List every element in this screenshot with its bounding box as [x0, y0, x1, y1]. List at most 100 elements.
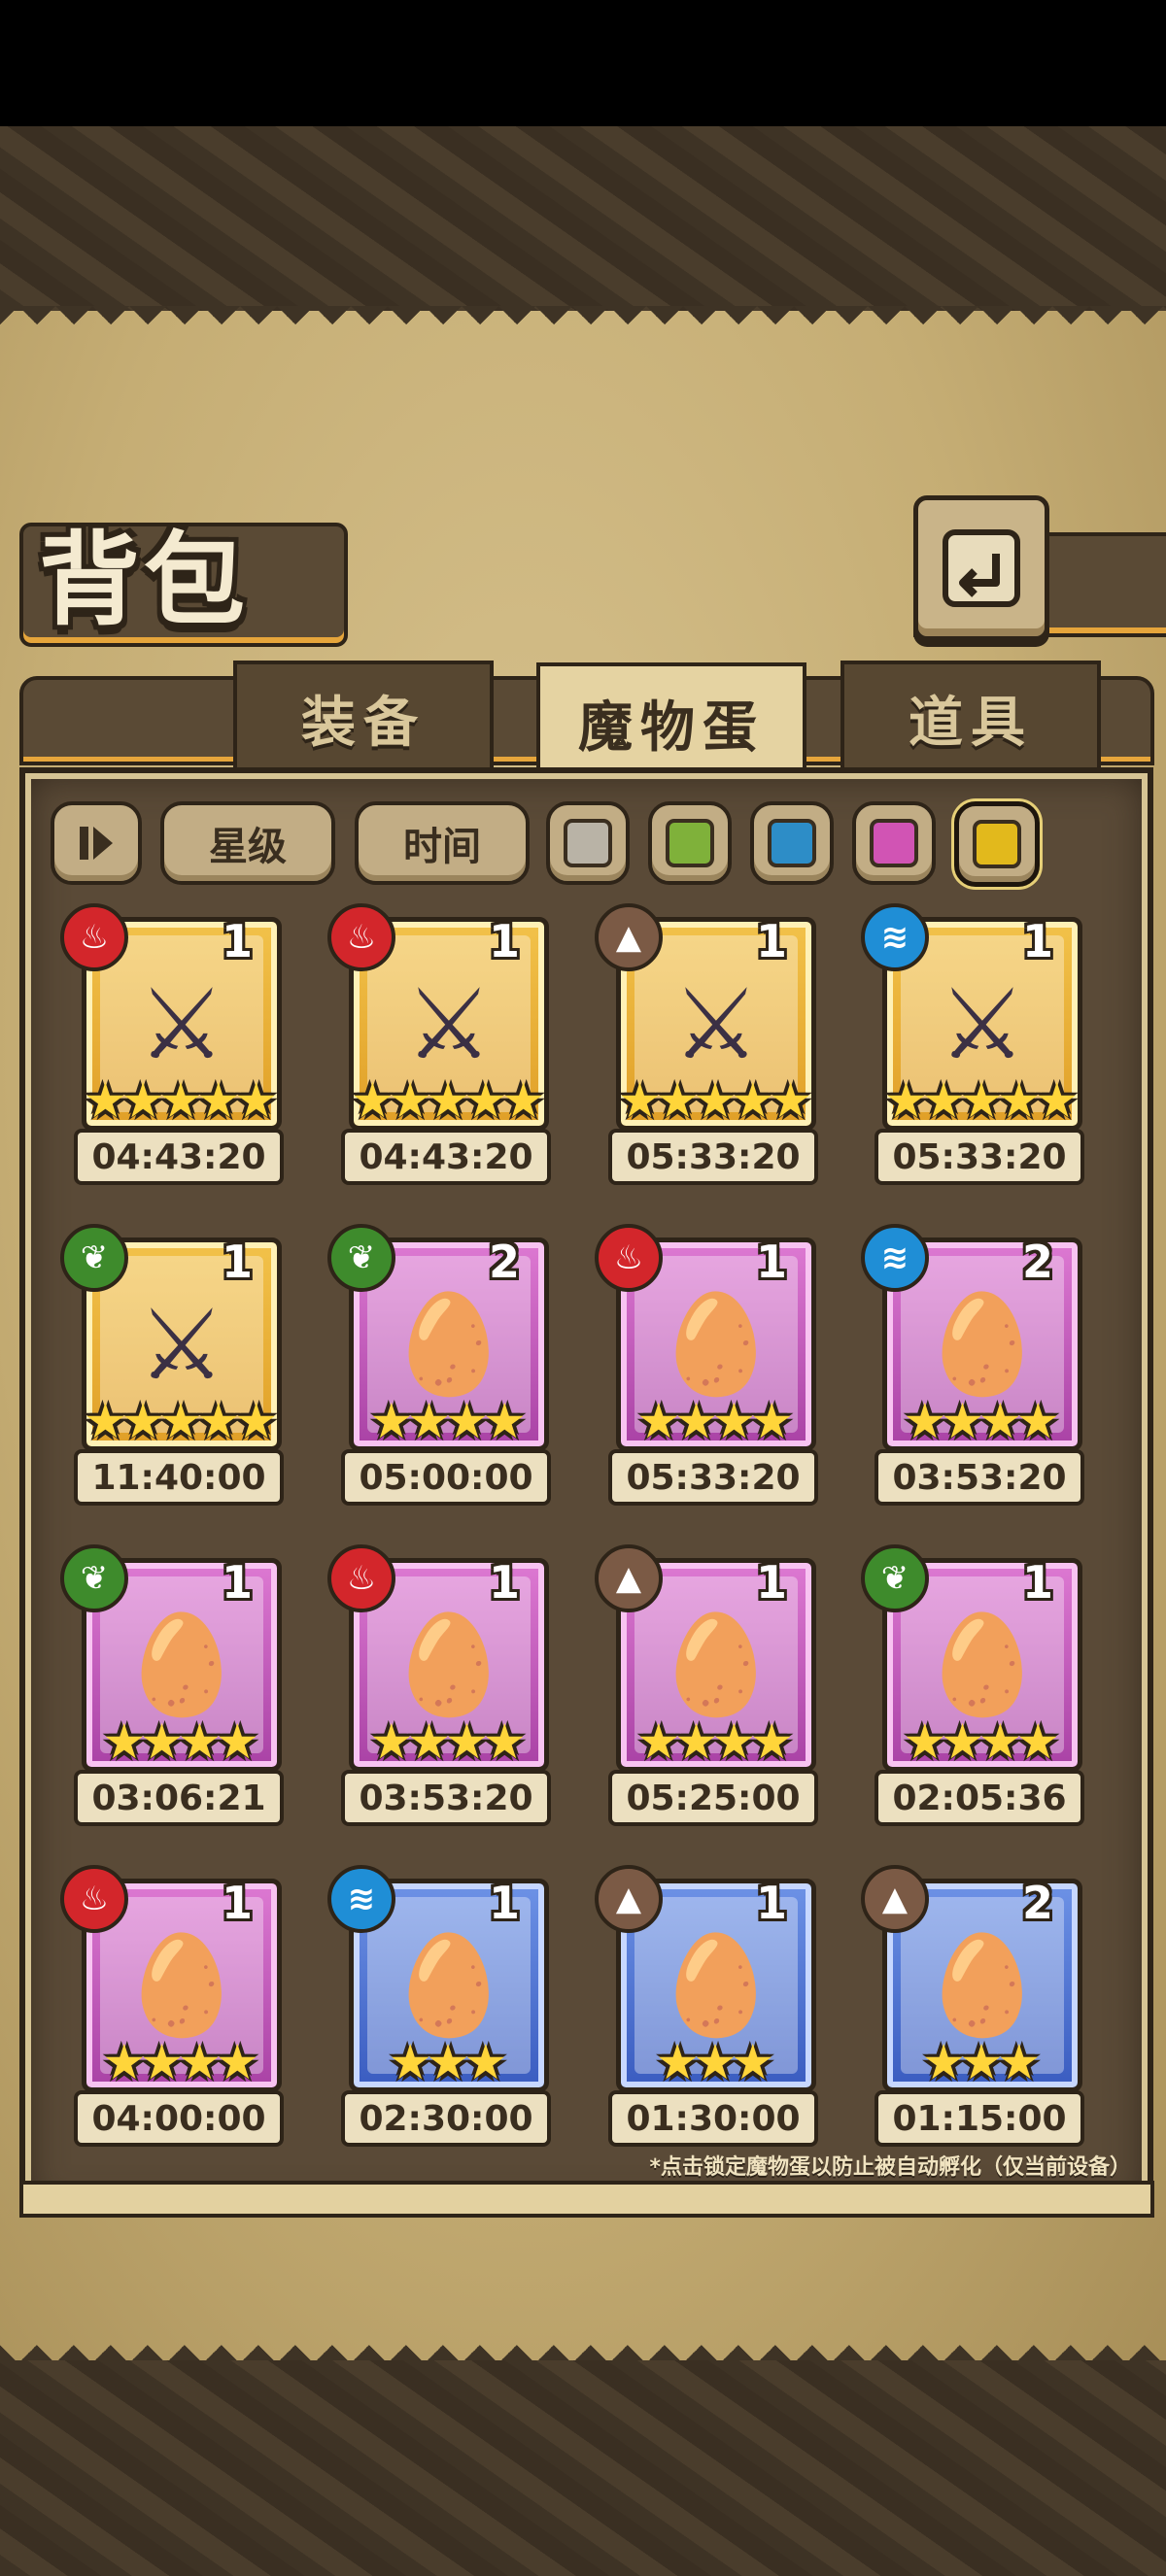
star-rating: ★★★: [921, 2034, 1041, 2090]
egg-card[interactable]: ⚔ ♨ 1 ★★★★★ 04:43:20: [327, 903, 551, 1185]
egg-count: 1: [221, 1556, 253, 1609]
egg-count: 1: [755, 915, 787, 967]
tab-items-label: 道具: [909, 690, 1033, 755]
egg-count: 2: [1021, 1236, 1053, 1288]
filter-blue-button[interactable]: [750, 801, 834, 885]
egg-count: 2: [1021, 1877, 1053, 1929]
water-element-icon: ≋: [861, 903, 929, 971]
egg-count: 1: [1021, 915, 1053, 967]
panel-bottom-rail: [19, 2181, 1154, 2218]
sort-by-star-button[interactable]: 星级: [160, 801, 335, 885]
sort-toggle-icon: [80, 827, 113, 860]
nature-element-icon: ❦: [60, 1224, 128, 1292]
sort-by-time-button[interactable]: 时间: [355, 801, 530, 885]
torn-edge-bottom: [0, 2326, 1166, 2363]
star-rating: ★★★★★: [83, 1393, 278, 1449]
status-bar: [0, 0, 1166, 126]
filter-gold-button[interactable]: [954, 801, 1040, 887]
egg-card[interactable]: 🥚 ❦ 1 ★★★★ 02:05:36: [861, 1544, 1084, 1826]
nature-element-icon: ❦: [327, 1224, 395, 1292]
egg-card[interactable]: 🥚 ≋ 2 ★★★★ 03:53:20: [861, 1224, 1084, 1506]
egg-card[interactable]: 🥚 ♨ 1 ★★★★ 03:53:20: [327, 1544, 551, 1826]
hatch-timer: 05:00:00: [341, 1449, 551, 1506]
back-button[interactable]: [913, 495, 1049, 641]
egg-count: 1: [221, 915, 253, 967]
hatch-timer: 01:30:00: [608, 2090, 818, 2147]
hatch-timer: 05:33:20: [874, 1129, 1084, 1185]
egg-count: 1: [1021, 1556, 1053, 1609]
egg-card[interactable]: 🥚 ▲ 1 ★★★ 01:30:00: [595, 1865, 818, 2147]
egg-count: 1: [221, 1877, 253, 1929]
star-rating: ★★★★★: [83, 1072, 278, 1129]
filter-green-swatch: [666, 819, 714, 867]
egg-card[interactable]: 🥚 ❦ 2 ★★★★ 05:00:00: [327, 1224, 551, 1506]
hatch-timer: 02:30:00: [341, 2090, 551, 2147]
hatch-timer: 01:15:00: [874, 2090, 1084, 2147]
fire-element-icon: ♨: [327, 903, 395, 971]
egg-card[interactable]: ⚔ ❦ 1 ★★★★★ 11:40:00: [60, 1224, 284, 1506]
hatch-timer: 04:43:20: [74, 1129, 284, 1185]
hatch-timer: 04:43:20: [341, 1129, 551, 1185]
hatch-timer: 05:33:20: [608, 1129, 818, 1185]
fire-element-icon: ♨: [327, 1544, 395, 1612]
egg-count: 2: [488, 1236, 520, 1288]
tab-monster-eggs[interactable]: 魔物蛋: [536, 662, 806, 783]
fire-element-icon: ♨: [595, 1224, 663, 1292]
tab-monster-eggs-label: 魔物蛋: [578, 695, 765, 760]
filter-purple-button[interactable]: [852, 801, 936, 885]
egg-card[interactable]: ⚔ ≋ 1 ★★★★★ 05:33:20: [861, 903, 1084, 1185]
egg-count: 1: [755, 1877, 787, 1929]
tab-equipment-label: 装备: [301, 690, 426, 755]
star-rating: ★★★★: [369, 1713, 526, 1770]
star-rating: ★★★★: [369, 1393, 526, 1449]
filter-purple-swatch: [870, 819, 918, 867]
earth-element-icon: ▲: [595, 1865, 663, 1933]
earth-element-icon: ▲: [595, 1544, 663, 1612]
water-element-icon: ≋: [327, 1865, 395, 1933]
star-rating: ★★★★: [903, 1393, 1059, 1449]
nature-element-icon: ❦: [60, 1544, 128, 1612]
hatch-timer: 03:06:21: [74, 1770, 284, 1826]
nature-element-icon: ❦: [861, 1544, 929, 1612]
tab-items[interactable]: 道具: [840, 661, 1101, 775]
egg-card[interactable]: ⚔ ♨ 1 ★★★★★ 04:43:20: [60, 903, 284, 1185]
hatch-timer: 03:53:20: [341, 1770, 551, 1826]
filter-green-button[interactable]: [648, 801, 732, 885]
egg-card[interactable]: 🥚 ≋ 1 ★★★ 02:30:00: [327, 1865, 551, 2147]
egg-count: 1: [488, 1556, 520, 1609]
egg-count: 1: [755, 1556, 787, 1609]
egg-card[interactable]: 🥚 ▲ 1 ★★★★ 05:25:00: [595, 1544, 818, 1826]
star-rating: ★★★★: [102, 2034, 258, 2090]
fire-element-icon: ♨: [60, 903, 128, 971]
hatch-timer: 05:33:20: [608, 1449, 818, 1506]
egg-card[interactable]: 🥚 ❦ 1 ★★★★ 03:06:21: [60, 1544, 284, 1826]
hatch-timer: 05:25:00: [608, 1770, 818, 1826]
map-background-top: [0, 126, 1166, 311]
page-title: 背包: [39, 520, 250, 639]
egg-card[interactable]: 🥚 ▲ 2 ★★★ 01:15:00: [861, 1865, 1084, 2147]
map-background-bottom: [0, 2360, 1166, 2576]
earth-element-icon: ▲: [595, 903, 663, 971]
egg-count: 1: [488, 915, 520, 967]
earth-element-icon: ▲: [861, 1865, 929, 1933]
filter-gray-button[interactable]: [546, 801, 630, 885]
star-rating: ★★★★★: [617, 1072, 812, 1129]
star-rating: ★★★★: [903, 1713, 1059, 1770]
egg-card[interactable]: ⚔ ▲ 1 ★★★★★ 05:33:20: [595, 903, 818, 1185]
hatch-timer: 02:05:36: [874, 1770, 1084, 1826]
star-rating: ★★★★: [102, 1713, 258, 1770]
egg-count: 1: [755, 1236, 787, 1288]
star-rating: ★★★★★: [883, 1072, 1079, 1129]
filter-gold-swatch: [973, 820, 1021, 868]
egg-count: 1: [488, 1877, 520, 1929]
sort-order-button[interactable]: [51, 801, 142, 885]
water-element-icon: ≋: [861, 1224, 929, 1292]
lock-hint-footnote: *点击锁定魔物蛋以防止被自动孵化（仅当前设备）: [649, 2155, 1131, 2180]
star-rating: ★★★★: [636, 1393, 793, 1449]
egg-card[interactable]: 🥚 ♨ 1 ★★★★ 04:00:00: [60, 1865, 284, 2147]
star-rating: ★★★: [655, 2034, 774, 2090]
hatch-timer: 04:00:00: [74, 2090, 284, 2147]
tab-equipment[interactable]: 装备: [233, 661, 494, 775]
back-arrow-icon: [943, 529, 1020, 607]
egg-card[interactable]: 🥚 ♨ 1 ★★★★ 05:33:20: [595, 1224, 818, 1506]
